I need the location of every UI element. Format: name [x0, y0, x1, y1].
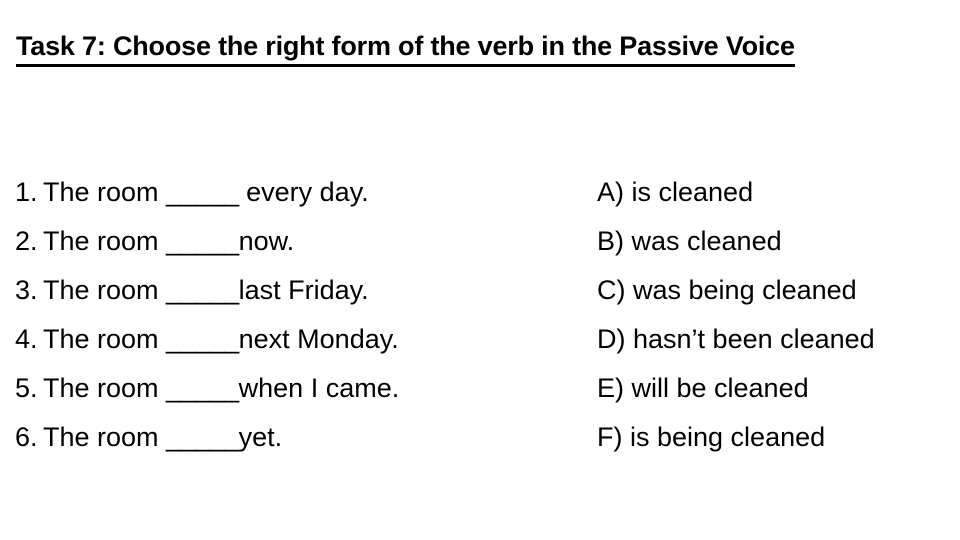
answer-text-d: hasn’t been cleaned	[625, 324, 875, 354]
question-text-4: The room _____next Monday.	[43, 315, 399, 364]
question-number-2: 2.	[15, 226, 38, 256]
answer-letter-e: E)	[597, 373, 624, 403]
answer-letter-d: D)	[597, 324, 626, 354]
question-4-blank[interactable]: _____	[166, 324, 239, 354]
question-3-after-blank: last Friday.	[238, 275, 369, 305]
answer-text-b: was cleaned	[624, 226, 782, 256]
answers-column: A) is cleaned B) was cleaned C) was bein…	[597, 168, 947, 462]
question-number-6: 6.	[15, 422, 38, 452]
answer-option-c[interactable]: C) was being cleaned	[597, 266, 947, 315]
page-title: Task 7: Choose the right form of the ver…	[16, 31, 795, 67]
answer-letter-c: C)	[597, 275, 626, 305]
answer-option-d[interactable]: D) hasn’t been cleaned	[597, 315, 947, 364]
question-number-3: 3.	[15, 275, 38, 305]
answer-option-f[interactable]: F) is being cleaned	[597, 413, 947, 462]
question-text-6: The room _____yet.	[43, 413, 282, 462]
answer-option-b[interactable]: B) was cleaned	[597, 217, 947, 266]
answer-text-f: is being cleaned	[622, 422, 826, 452]
question-1-blank[interactable]: _____	[166, 177, 239, 207]
question-2-before-blank: The room	[43, 226, 167, 256]
questions-column: 1. The room _____ every day. 2. The room…	[15, 168, 575, 462]
page-title-task-label: Task 7:	[16, 31, 106, 61]
question-5-before-blank: The room	[43, 373, 167, 403]
question-text-2: The room _____now.	[43, 217, 294, 266]
question-number-5: 5.	[15, 373, 38, 403]
question-item-1: 1. The room _____ every day.	[15, 168, 575, 217]
question-1-before-blank: The room	[43, 177, 167, 207]
question-4-after-blank: next Monday.	[238, 324, 399, 354]
answer-option-e[interactable]: E) will be cleaned	[597, 364, 947, 413]
answer-letter-f: F)	[597, 422, 623, 452]
question-item-4: 4. The room _____next Monday.	[15, 315, 575, 364]
question-item-3: 3. The room _____last Friday.	[15, 266, 575, 315]
question-text-1: The room _____ every day.	[43, 168, 369, 217]
question-4-before-blank: The room	[43, 324, 167, 354]
question-text-3: The room _____last Friday.	[43, 266, 369, 315]
answer-text-c: was being cleaned	[625, 275, 857, 305]
question-item-5: 5. The room _____when I came.	[15, 364, 575, 413]
question-6-after-blank: yet.	[238, 422, 283, 452]
question-6-before-blank: The room	[43, 422, 167, 452]
answer-letter-a: A)	[597, 177, 624, 207]
question-text-5: The room _____when I came.	[43, 364, 399, 413]
question-number-1: 1.	[15, 177, 38, 207]
question-2-blank[interactable]: _____	[166, 226, 239, 256]
question-5-blank[interactable]: _____	[166, 373, 239, 403]
worksheet-slide: Task 7: Choose the right form of the ver…	[0, 0, 960, 540]
question-item-6: 6. The room _____yet.	[15, 413, 575, 462]
answer-option-a[interactable]: A) is cleaned	[597, 168, 947, 217]
question-3-blank[interactable]: _____	[166, 275, 239, 305]
title-block: Task 7: Choose the right form of the ver…	[16, 30, 928, 67]
question-3-before-blank: The room	[43, 275, 167, 305]
answer-text-a: is cleaned	[624, 177, 754, 207]
page-title-rest: Choose the right form of the verb in the…	[105, 31, 795, 61]
question-1-after-blank: every day.	[238, 177, 369, 207]
answer-text-e: will be cleaned	[624, 373, 809, 403]
question-item-2: 2. The room _____now.	[15, 217, 575, 266]
question-6-blank[interactable]: _____	[166, 422, 239, 452]
question-5-after-blank: when I came.	[238, 373, 400, 403]
answer-letter-b: B)	[597, 226, 624, 256]
question-number-4: 4.	[15, 324, 38, 354]
question-2-after-blank: now.	[238, 226, 295, 256]
